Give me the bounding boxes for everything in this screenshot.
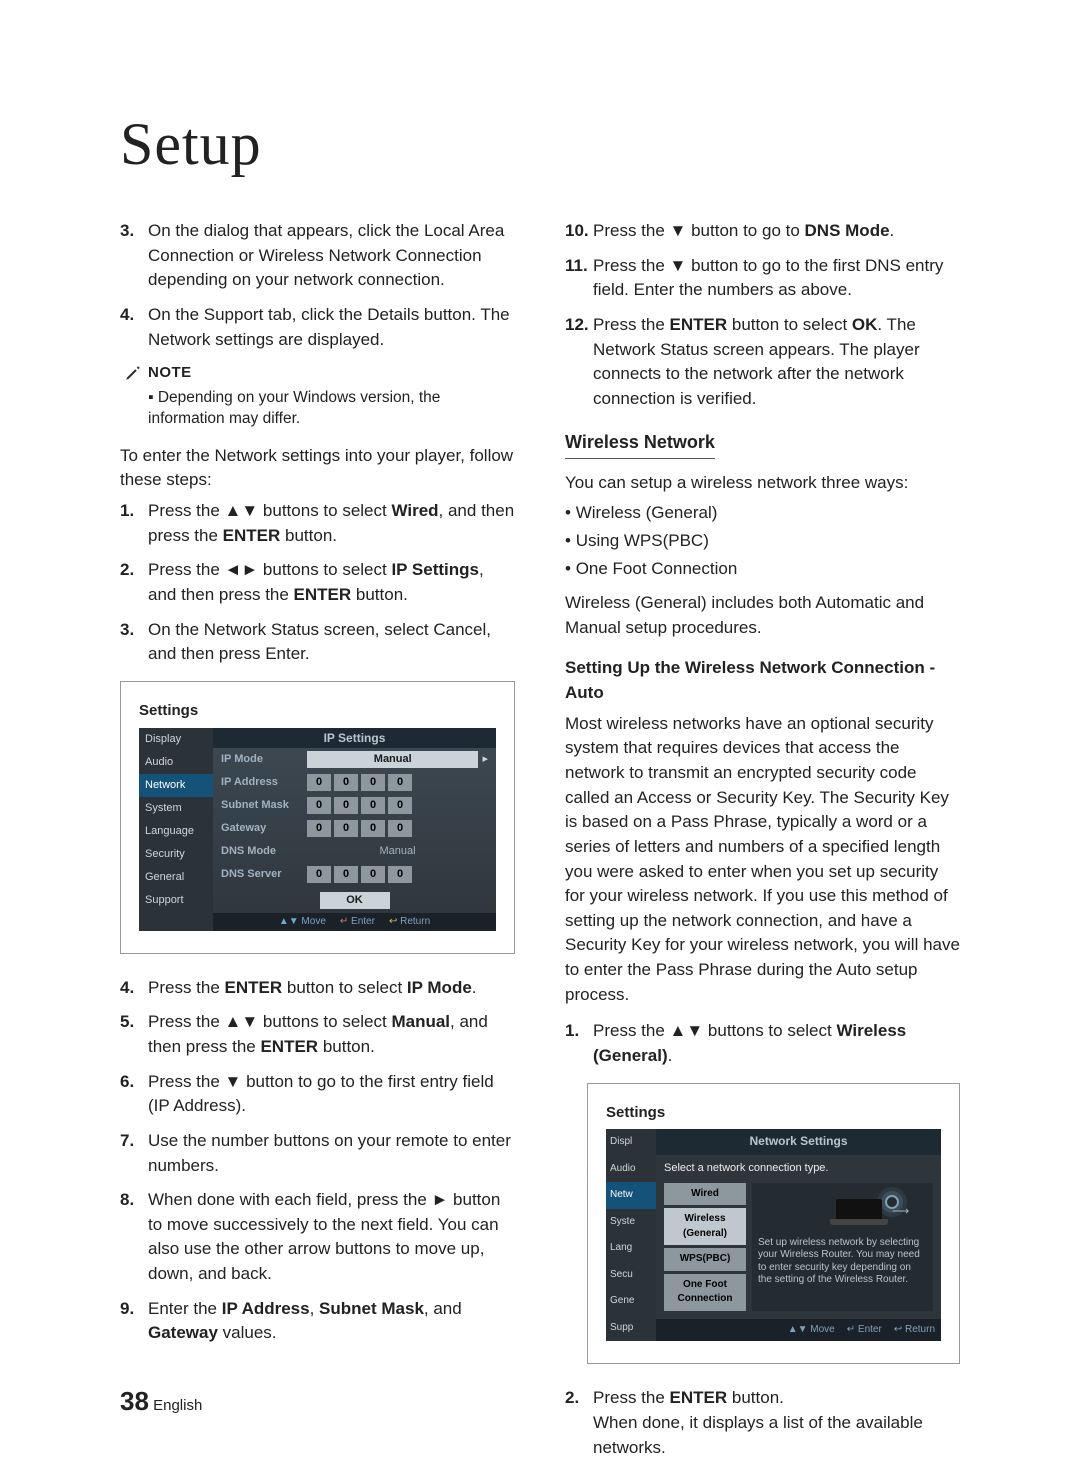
page-title: Setup — [120, 110, 960, 179]
pencil-icon — [124, 364, 142, 382]
sidebar-item-support[interactable]: Supp — [606, 1315, 656, 1342]
intro-text: To enter the Network settings into your … — [120, 444, 515, 493]
chevron-right-icon: ▸ — [482, 754, 488, 765]
sidebar-item-security[interactable]: Security — [139, 843, 213, 866]
option-one-foot[interactable]: One Foot Connection — [664, 1274, 746, 1311]
option-wireless-general[interactable]: Wireless (General) — [664, 1208, 746, 1245]
auto-subheading: Setting Up the Wireless Network Connecti… — [565, 656, 960, 705]
settings-sidebar-trunc: Displ Audio Netw Syste Lang Secu Gene Su… — [606, 1129, 656, 1341]
note-label: NOTE — [124, 362, 515, 384]
sidebar-item-network[interactable]: Netw — [606, 1182, 656, 1209]
heading-rule — [565, 458, 715, 459]
signal-arrow-icon: ⟶ — [892, 1203, 909, 1220]
ok-button[interactable]: OK — [320, 892, 390, 909]
dns-server-field[interactable]: 0000 — [307, 866, 412, 883]
sidebar-item-language[interactable]: Lang — [606, 1235, 656, 1262]
wireless-art: ⟶ — [758, 1189, 927, 1231]
sidebar-item-audio[interactable]: Audio — [606, 1156, 656, 1183]
sidebar-item-display[interactable]: Display — [139, 728, 213, 751]
page-footer: 38 English — [120, 1386, 202, 1417]
network-settings-screenshot: Settings Displ Audio Netw Syste Lang Sec… — [587, 1083, 960, 1365]
hint-bar: ▲▼ Move ↵ Enter ↩ Return — [213, 913, 496, 931]
sidebar-item-audio[interactable]: Audio — [139, 751, 213, 774]
right-column: 10. Press the ▼ button to go to DNS Mode… — [565, 219, 960, 1470]
left-column: 3.On the dialog that appears, click the … — [120, 219, 515, 1470]
ip-settings-screenshot: Settings Display Audio Network System La… — [120, 681, 515, 954]
sidebar-item-system[interactable]: System — [139, 797, 213, 820]
laptop-icon — [836, 1199, 882, 1221]
sidebar-item-security[interactable]: Secu — [606, 1262, 656, 1289]
ip-address-field[interactable]: 0000 — [307, 774, 412, 791]
sidebar-item-support[interactable]: Support — [139, 889, 213, 912]
option-wps-pbc[interactable]: WPS(PBC) — [664, 1248, 746, 1271]
sidebar-item-network[interactable]: Network — [139, 774, 213, 797]
subnet-mask-field[interactable]: 0000 — [307, 797, 412, 814]
dns-mode-value[interactable]: Manual — [307, 843, 488, 860]
panel-title: Network Settings — [656, 1129, 941, 1154]
gateway-field[interactable]: 0000 — [307, 820, 412, 837]
sidebar-item-system[interactable]: Syste — [606, 1209, 656, 1236]
left-list-a: 3.On the dialog that appears, click the … — [120, 219, 515, 352]
sidebar-item-display[interactable]: Displ — [606, 1129, 656, 1156]
sidebar-item-general[interactable]: General — [139, 866, 213, 889]
sidebar-item-language[interactable]: Language — [139, 820, 213, 843]
wireless-bullets: Wireless (General) Using WPS(PBC) One Fo… — [565, 501, 960, 581]
right-list-r2: 2. Press the ENTER button.When done, it … — [565, 1386, 960, 1460]
settings-sidebar: Display Audio Network System Language Se… — [139, 728, 213, 931]
wireless-heading: Wireless Network — [565, 429, 960, 455]
left-list-b: 1. Press the ▲▼ buttons to select Wired,… — [120, 499, 515, 667]
sidebar-item-general[interactable]: Gene — [606, 1288, 656, 1315]
hint-bar: ▲▼ Move ↵ Enter ↩ Return — [656, 1319, 941, 1342]
option-wired[interactable]: Wired — [664, 1183, 746, 1206]
panel-title: IP Settings — [213, 728, 496, 748]
right-list-top: 10. Press the ▼ button to go to DNS Mode… — [565, 219, 960, 411]
right-list-r1: 1. Press the ▲▼ buttons to select Wirele… — [565, 1019, 960, 1068]
connection-options: Wired Wireless (General) WPS(PBC) One Fo… — [664, 1183, 746, 1311]
ip-mode-value[interactable]: Manual — [307, 751, 478, 768]
left-list-c: 4. Press the ENTER button to select IP M… — [120, 976, 515, 1346]
note-bullets: Depending on your Windows version, the i… — [120, 388, 515, 430]
